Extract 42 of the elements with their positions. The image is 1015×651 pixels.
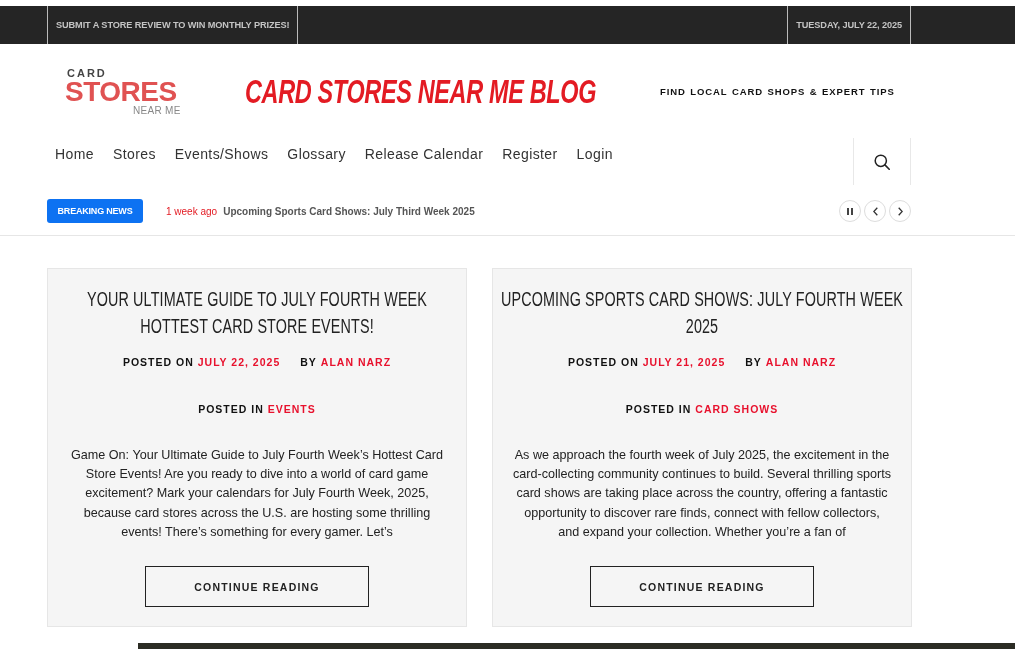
author-link[interactable]: ALAN NARZ [320,355,392,369]
breaking-news-label: BREAKING NEWS [47,199,143,223]
nav-link[interactable]: Events/Shows [174,146,269,164]
date-text: TUESDAY, JULY 22, 2025 [787,6,911,44]
date-link[interactable]: JULY 22, 2025 [197,355,281,369]
date-link[interactable]: JULY 21, 2025 [642,355,726,369]
nav-link[interactable]: Home [55,146,94,164]
logo-text: NEAR ME [132,104,182,116]
headline-link[interactable]: Upcoming Sports Card Shows: July Third Week 2025 [223,205,475,217]
category-link[interactable]: CARD SHOWS [695,402,779,416]
logo-text: CARD [66,66,108,79]
tagline-text: FIND LOCAL CARD SHOPS & EXPERT TIPS [660,85,895,97]
meta-label: POSTED ON [122,355,194,369]
nav-link[interactable]: Login [576,146,613,164]
next-button[interactable] [889,200,911,222]
previous-button[interactable] [864,200,886,222]
continue-reading-button[interactable]: CONTINUE READING [145,566,369,607]
logo-text: STORES [65,78,177,105]
site-title: CARD STORES NEAR ME BLOG [245,71,597,111]
meta-label: BY [745,355,762,369]
time-ago-text: 1 week ago [166,205,218,217]
nav-link[interactable]: Register [502,146,558,164]
announcement-text: SUBMIT A STORE REVIEW TO WIN MONTHLY PRIZES! [47,6,299,44]
author-link[interactable]: ALAN NARZ [765,355,837,369]
chevron-left-icon [872,206,878,216]
chevron-right-icon [897,206,903,216]
search-icon [874,153,890,170]
post-excerpt: As we approach the fourth week of July 2025, the excitement in the card-collecting community continues to build. Several thrilling sports card shows are taking place across the country, offering a fantastic opportunity to discover rare finds, connect with fellow collectors, and expand your collection. Whether you’re a fan of [512,447,892,541]
continue-reading-button[interactable]: CONTINUE READING [590,566,814,607]
meta-label: BY [300,355,317,369]
post-excerpt: Game On: Your Ultimate Guide to July Fourth Week’s Hottest Card Store Events! Are you ready to dive into a world of card game excitement? Mark your calendars for July Fourth Week, 2025, because card stores across the U.S. are hosting some thrilling events! There’s something for every gamer. Let’s [70,447,444,541]
nav-link[interactable]: Release Calendar [364,146,484,164]
pause-button[interactable] [839,200,861,222]
category-link[interactable]: EVENTS [267,402,316,416]
meta-label: POSTED IN [625,402,692,416]
post-title[interactable]: YOUR ULTIMATE GUIDE TO JULY FOURTH WEEK HOTTEST CARD STORE EVENTS! [54,285,460,339]
pause-icon [847,207,853,215]
meta-label: POSTED IN [198,402,264,416]
post-title[interactable]: UPCOMING SPORTS CARD SHOWS: JULY FOURTH WEEK 2025 [499,285,905,339]
nav-link[interactable]: Stores [112,146,156,164]
nav-link[interactable]: Glossary [287,146,346,164]
meta-label: POSTED ON [567,355,639,369]
